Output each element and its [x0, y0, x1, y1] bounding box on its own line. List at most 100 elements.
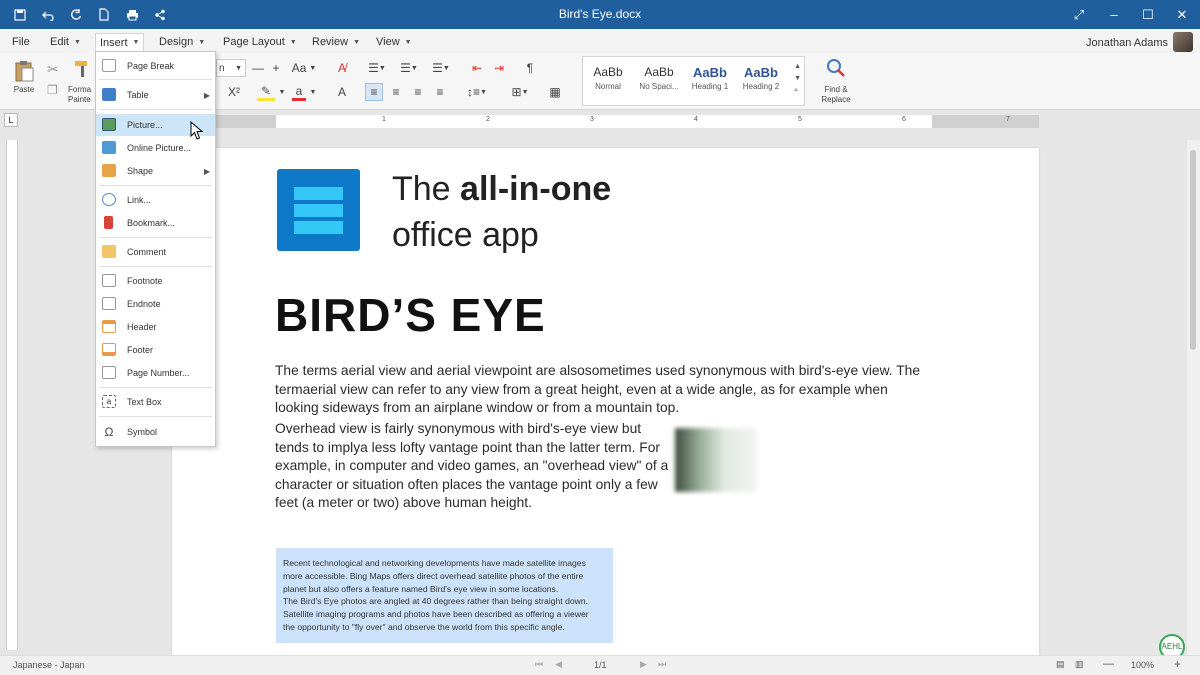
decrease-indent-icon[interactable]: ⇤ — [469, 59, 485, 77]
ruler-number: 2 — [486, 116, 490, 123]
highlight-color-icon[interactable]: ✎ — [257, 83, 275, 101]
clear-formatting-icon[interactable]: A̸ — [333, 59, 351, 77]
increase-indent-icon[interactable]: ⇥ — [491, 59, 507, 77]
text-effects-button[interactable]: A — [333, 83, 351, 101]
next-page-icon[interactable]: ▶ — [640, 659, 647, 670]
font-size-select[interactable]: n ▼ — [216, 59, 246, 77]
menu-item-comment[interactable]: Comment — [96, 241, 215, 263]
close-button[interactable]: ✕ — [1165, 0, 1199, 29]
style-heading-1[interactable]: AaBb Heading 1 — [685, 65, 735, 91]
multilevel-list-icon[interactable]: ☰ ▼ — [429, 59, 453, 77]
logo-bar — [294, 204, 343, 217]
menu-separator — [99, 416, 212, 417]
align-right-icon[interactable]: ≡ — [409, 83, 427, 101]
first-page-icon[interactable]: ⏮ — [535, 659, 543, 670]
menu-separator — [99, 266, 212, 267]
scrollbar-thumb[interactable] — [1190, 150, 1196, 350]
user-name[interactable]: Jonathan Adams — [1086, 37, 1168, 49]
menu-edit[interactable]: Edit ▼ — [46, 33, 85, 51]
tagline-line-1: The all-in-one — [392, 170, 612, 208]
style-no-spacing[interactable]: AaBb No Spaci... — [634, 65, 684, 91]
show-formatting-button[interactable]: ¶ — [522, 59, 538, 77]
highlight-line: The Bird's Eye photos are angled at 40 d… — [283, 596, 589, 607]
justify-icon[interactable]: ≡ — [431, 83, 449, 101]
last-page-icon[interactable]: ⏭ — [658, 659, 666, 670]
menu-review[interactable]: Review ▼ — [308, 33, 364, 51]
comment-icon — [102, 245, 116, 258]
increase-font-icon[interactable]: + — [268, 59, 284, 77]
style-normal[interactable]: AaBb Normal — [583, 65, 633, 91]
document-page[interactable]: The all-in-one office app BIRD’S EYE The… — [172, 148, 1039, 655]
link-icon — [102, 193, 116, 206]
submenu-arrow-icon: ▶ — [203, 90, 210, 100]
menu-page-layout[interactable]: Page Layout ▼ — [219, 33, 301, 51]
numbering-icon[interactable]: ☰ ▼ — [397, 59, 421, 77]
bullets-icon[interactable]: ☰ ▼ — [365, 59, 389, 77]
fullscreen-icon[interactable]: ⤢ — [1062, 0, 1096, 29]
paste-icon[interactable] — [13, 59, 35, 82]
change-case-button[interactable]: Aa ▼ — [290, 59, 318, 77]
web-layout-icon[interactable]: ▥ — [1075, 659, 1084, 670]
find-replace-icon[interactable] — [825, 57, 847, 79]
zoom-out-icon[interactable]: — — [1103, 658, 1114, 670]
menu-item-shape[interactable]: Shape ▶ — [96, 160, 215, 182]
tab-selector[interactable]: L — [4, 113, 18, 127]
zoom-in-icon[interactable]: + — [1174, 657, 1181, 671]
vertical-ruler[interactable] — [6, 140, 18, 650]
menu-file[interactable]: File — [8, 33, 34, 51]
horizontal-ruler[interactable]: 1 2 3 4 5 6 7 — [216, 115, 1039, 128]
style-heading-2[interactable]: AaBb Heading 2 — [736, 65, 786, 91]
document-title: BIRD’S EYE — [275, 289, 546, 341]
paste-label[interactable]: Paste — [10, 85, 38, 95]
ruler-text-area — [276, 115, 932, 128]
status-bar: Japanese - Japan ⏮ ◀ 1/1 ▶ ⏭ ▤ ▥ — 100% … — [0, 655, 1200, 675]
menu-separator — [99, 109, 212, 110]
align-left-icon[interactable]: ≡ — [365, 83, 383, 101]
font-color-dropdown[interactable]: ▼ — [308, 83, 318, 101]
vertical-scrollbar[interactable] — [1187, 140, 1200, 655]
highlight-color-dropdown[interactable]: ▼ — [277, 83, 287, 101]
minimize-button[interactable]: – — [1097, 0, 1131, 29]
symbol-icon: Ω — [104, 424, 114, 439]
align-center-icon[interactable]: ≡ — [387, 83, 405, 101]
menu-item-footnote[interactable]: Footnote — [96, 270, 215, 292]
cut-icon[interactable]: ✂ — [47, 61, 59, 78]
menu-item-endnote[interactable]: Endnote — [96, 293, 215, 315]
maximize-button[interactable]: ☐ — [1131, 0, 1165, 29]
menu-item-text-box[interactable]: a Text Box — [96, 391, 215, 413]
format-painter-label[interactable]: Forma Painte — [68, 85, 94, 105]
prev-page-icon[interactable]: ◀ — [555, 659, 562, 670]
menu-item-footer[interactable]: Footer — [96, 339, 215, 361]
menu-item-symbol[interactable]: Ω Symbol — [96, 421, 215, 443]
footnote-icon — [102, 274, 116, 287]
copy-icon[interactable]: ❐ — [47, 83, 58, 97]
menu-item-table[interactable]: Table ▶ — [96, 84, 215, 106]
avatar[interactable] — [1173, 32, 1193, 52]
status-page-number[interactable]: 1/1 — [594, 660, 607, 670]
menu-separator — [99, 387, 212, 388]
decrease-font-icon[interactable]: — — [250, 59, 266, 77]
find-replace-label[interactable]: Find & Replace — [816, 85, 856, 105]
line-spacing-icon[interactable]: ↕≡ ▼ — [463, 83, 491, 101]
status-language[interactable]: Japanese - Japan — [13, 660, 85, 670]
menu-design[interactable]: Design ▼ — [155, 33, 209, 51]
menu-item-link[interactable]: Link... — [96, 189, 215, 211]
superscript-button[interactable]: X² — [224, 83, 244, 101]
header-icon — [102, 320, 116, 333]
status-zoom[interactable]: 100% — [1131, 660, 1154, 670]
styles-gallery[interactable]: AaBb Normal AaBb No Spaci... AaBb Heading 1… — [582, 56, 805, 106]
borders-icon[interactable]: ⊞ ▼ — [507, 83, 533, 101]
menu-item-page-break[interactable]: Page Break — [96, 55, 215, 77]
menu-view[interactable]: View ▼ — [372, 33, 416, 51]
format-painter-icon[interactable] — [73, 59, 93, 79]
inline-image[interactable] — [675, 428, 757, 492]
menu-insert[interactable]: Insert ▼ — [95, 33, 145, 51]
menu-item-bookmark[interactable]: Bookmark... — [96, 212, 215, 234]
shading-icon[interactable]: ▦ — [546, 83, 564, 101]
ruler-number: 4 — [694, 116, 698, 123]
print-layout-icon[interactable]: ▤ — [1056, 659, 1065, 670]
menu-item-page-number[interactable]: Page Number... — [96, 362, 215, 384]
styles-scroll-icon[interactable]: ▲ ▼ ⩡ — [794, 61, 801, 97]
menu-item-header[interactable]: Header — [96, 316, 215, 338]
font-color-button[interactable]: a — [292, 83, 306, 101]
